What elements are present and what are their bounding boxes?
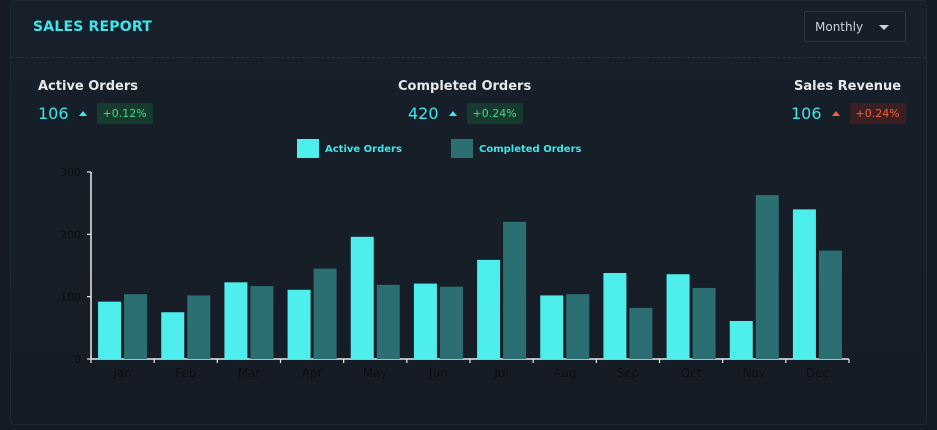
bar-active-orders [666, 274, 690, 359]
x-tick-label: Jan [112, 366, 132, 380]
legend-label: Completed Orders [479, 144, 582, 155]
bar-completed-orders [629, 307, 653, 359]
bar-completed-orders [439, 286, 463, 359]
bar-active-orders [98, 301, 122, 359]
legend-swatch [451, 139, 473, 158]
bar-completed-orders [692, 287, 716, 359]
x-tick-label: Aug [553, 366, 576, 380]
bar-active-orders [603, 272, 627, 359]
bar-completed-orders [376, 284, 400, 359]
legend-label: Active Orders [325, 144, 402, 155]
bar-completed-orders [313, 268, 337, 359]
bar-completed-orders [250, 286, 274, 359]
x-tick-label: Jul [493, 366, 508, 380]
x-tick-label: Nov [743, 366, 766, 380]
bar-active-orders [729, 320, 753, 359]
bar-completed-orders [755, 195, 779, 359]
x-tick-label: Sep [617, 366, 640, 380]
bar-active-orders [161, 312, 185, 359]
bar-completed-orders [187, 295, 211, 359]
chart-bars [98, 195, 842, 359]
bar-active-orders [540, 295, 564, 359]
bar-active-orders [413, 283, 437, 359]
y-tick-label: 0 [74, 353, 81, 366]
x-tick-label: Dec [806, 366, 829, 380]
x-tick-label: May [363, 366, 388, 380]
bar-completed-orders [124, 294, 148, 359]
sales-bar-chart: Active Orders Completed Orders 0 100 200 300… [60, 139, 850, 380]
bar-completed-orders [818, 250, 842, 359]
legend-swatch [297, 139, 319, 158]
sales-report-card: SALES REPORT Monthly Active Orders 106 +… [10, 0, 927, 425]
x-tick-label: Mar [238, 366, 261, 380]
x-tick-label: Feb [175, 366, 196, 380]
y-tick-label: 100 [60, 291, 81, 304]
x-tick-label: Jun [428, 366, 448, 380]
bar-completed-orders [566, 294, 590, 359]
x-tick-label: Apr [302, 366, 323, 380]
bar-active-orders [224, 282, 248, 359]
bar-active-orders [287, 289, 311, 359]
x-tick-label: Oct [681, 366, 702, 380]
bar-active-orders [477, 259, 501, 359]
y-tick-label: 200 [60, 228, 81, 241]
bar-completed-orders [503, 221, 527, 359]
chart-legend: Active Orders Completed Orders [297, 139, 582, 158]
bar-active-orders [350, 236, 374, 359]
bar-active-orders [792, 209, 816, 359]
y-tick-label: 300 [60, 166, 81, 179]
